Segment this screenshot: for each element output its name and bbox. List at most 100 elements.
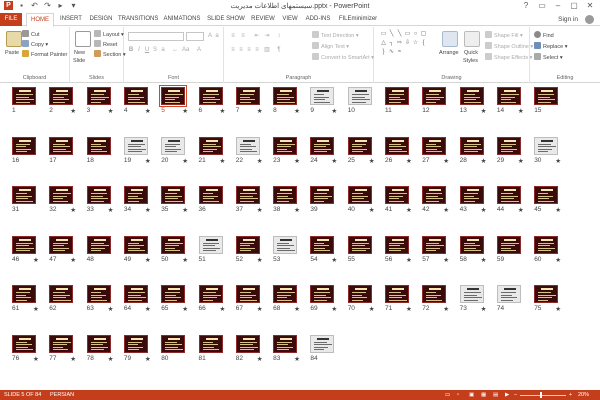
animation-star-icon[interactable]: ★ xyxy=(33,355,39,363)
slide-thumbnail[interactable]: 12 xyxy=(422,87,456,123)
slide-thumbnail[interactable]: 40 ★ xyxy=(347,186,382,222)
slide-thumbnail[interactable]: 3 ★ xyxy=(86,87,121,123)
slide-thumbnail[interactable]: 22 ★ xyxy=(235,136,270,173)
slide-preview[interactable] xyxy=(422,235,447,254)
slide-thumbnail[interactable]: 4 ★ xyxy=(123,87,158,123)
slide-show-view-icon[interactable]: ▶ xyxy=(505,390,509,400)
slide-thumbnail[interactable]: 5 ★ xyxy=(159,85,195,123)
shape-wave-icon[interactable]: ≈ xyxy=(396,49,403,56)
animation-star-icon[interactable]: ★ xyxy=(331,157,337,165)
slide-preview[interactable] xyxy=(534,235,559,254)
slide-thumbnail[interactable]: 66 ★ xyxy=(198,285,233,321)
slide-thumbnail[interactable]: 62 xyxy=(49,285,83,321)
tab-view[interactable]: VIEW xyxy=(280,13,300,26)
animation-star-icon[interactable]: ★ xyxy=(220,157,226,165)
shape-effects-button[interactable]: Shape Effects ▾ xyxy=(485,53,532,62)
animation-star-icon[interactable]: ★ xyxy=(443,206,449,214)
line-spacing-icon[interactable]: ↕ xyxy=(276,33,282,40)
format-painter-button[interactable]: Format Painter xyxy=(22,50,67,59)
slide-thumbnail[interactable]: 46 ★ xyxy=(12,235,46,272)
slide-preview[interactable] xyxy=(310,334,335,353)
slide-thumbnail[interactable]: 24 ★ xyxy=(310,136,344,173)
character-spacing-icon[interactable]: ↔ xyxy=(172,47,178,54)
bullets-icon[interactable]: ≡ xyxy=(230,33,236,40)
shape-triangle-icon[interactable]: △ xyxy=(380,40,387,47)
ribbon-display-options-button[interactable]: ▭ xyxy=(534,0,550,11)
slide-preview[interactable] xyxy=(12,136,36,155)
slide-thumbnail[interactable]: 82 ★ xyxy=(235,334,270,371)
slide-preview[interactable] xyxy=(198,285,223,303)
slide-thumbnail[interactable]: 41 ★ xyxy=(385,186,419,222)
tab-fileminimizer[interactable]: FILEminimizer xyxy=(336,13,380,26)
slide-preview[interactable] xyxy=(273,87,298,105)
animation-star-icon[interactable]: ★ xyxy=(145,157,151,165)
quick-styles-icon[interactable] xyxy=(464,31,480,47)
animation-star-icon[interactable]: ★ xyxy=(518,107,524,115)
slide-preview[interactable] xyxy=(86,334,111,353)
slide-preview[interactable] xyxy=(235,186,260,204)
shape-brace-icon[interactable]: } xyxy=(380,49,387,56)
reset-button[interactable]: Reset xyxy=(94,40,117,49)
tab-design[interactable]: DESIGN xyxy=(88,13,114,26)
slide-preview[interactable] xyxy=(310,136,335,155)
slide-thumbnail[interactable]: 78 ★ xyxy=(86,334,121,371)
slide-thumbnail[interactable]: 23 ★ xyxy=(273,136,307,173)
shape-fill-button[interactable]: Shape Fill ▾ xyxy=(485,31,523,40)
slide-preview[interactable] xyxy=(534,186,559,204)
animation-star-icon[interactable]: ★ xyxy=(182,206,188,214)
layout-button[interactable]: Layout ▾ xyxy=(94,30,124,39)
slide-preview[interactable] xyxy=(235,285,260,303)
animation-star-icon[interactable]: ★ xyxy=(443,305,449,313)
slide-preview[interactable] xyxy=(273,285,298,303)
bold-icon[interactable]: B xyxy=(128,47,134,54)
slide-thumbnail[interactable]: 31 xyxy=(12,186,46,222)
slide-preview[interactable] xyxy=(49,334,74,353)
animation-star-icon[interactable]: ★ xyxy=(294,305,300,313)
sign-in-link[interactable]: Sign in xyxy=(558,13,578,26)
slide-preview[interactable] xyxy=(161,186,186,204)
animation-star-icon[interactable]: ★ xyxy=(257,107,263,115)
slide-preview[interactable] xyxy=(422,285,447,303)
slide-thumbnail[interactable]: 63 ★ xyxy=(86,285,121,321)
increase-font-size-icon[interactable]: A xyxy=(207,33,213,40)
animation-star-icon[interactable]: ★ xyxy=(331,305,337,313)
animation-star-icon[interactable]: ★ xyxy=(406,256,412,264)
slide-thumbnail[interactable]: 13 ★ xyxy=(459,87,494,123)
animation-star-icon[interactable]: ★ xyxy=(481,256,487,264)
slide-thumbnail[interactable]: 44 ★ xyxy=(496,186,531,222)
arrange-icon[interactable] xyxy=(442,31,458,47)
slide-preview[interactable] xyxy=(86,87,111,105)
slide-preview[interactable] xyxy=(123,334,148,353)
animation-star-icon[interactable]: ★ xyxy=(70,355,76,363)
shape-line-icon[interactable]: ╲ xyxy=(396,31,403,38)
slide-thumbnail[interactable]: 33 ★ xyxy=(86,186,121,222)
slide-preview[interactable] xyxy=(459,186,484,204)
text-direction-button[interactable]: Text Direction ▾ xyxy=(312,31,359,40)
justify-icon[interactable]: ≡ xyxy=(254,47,260,54)
slide-preview[interactable] xyxy=(86,235,111,254)
align-left-icon[interactable]: ≡ xyxy=(230,47,236,54)
slide-preview[interactable] xyxy=(12,334,36,353)
comments-icon[interactable]: ▫ xyxy=(457,390,459,400)
tab-transitions[interactable]: TRANSITIONS xyxy=(118,13,158,26)
font-name-select[interactable] xyxy=(128,32,184,41)
slide-preview[interactable] xyxy=(310,87,335,105)
tab-insert[interactable]: INSERT xyxy=(58,13,84,26)
slide-preview[interactable] xyxy=(49,235,74,254)
quick-styles-button-line2[interactable]: Styles xyxy=(463,57,478,65)
animation-star-icon[interactable]: ★ xyxy=(70,256,76,264)
animation-star-icon[interactable]: ★ xyxy=(294,355,300,363)
shape-star-icon[interactable]: ☆ xyxy=(412,40,419,47)
animation-star-icon[interactable]: ★ xyxy=(331,256,337,264)
animation-star-icon[interactable]: ★ xyxy=(555,256,561,264)
slide-preview[interactable] xyxy=(86,136,111,155)
slide-thumbnail[interactable]: 59 xyxy=(496,235,531,272)
slide-thumbnail[interactable]: 32 ★ xyxy=(49,186,83,222)
animation-star-icon[interactable]: ★ xyxy=(481,157,487,165)
slide-preview[interactable] xyxy=(459,136,484,155)
animation-star-icon[interactable]: ★ xyxy=(257,256,263,264)
animation-star-icon[interactable]: ★ xyxy=(481,206,487,214)
slide-thumbnail[interactable]: 36 xyxy=(198,186,233,222)
new-slide-button[interactable]: New xyxy=(74,49,85,57)
slide-preview[interactable] xyxy=(422,186,447,204)
